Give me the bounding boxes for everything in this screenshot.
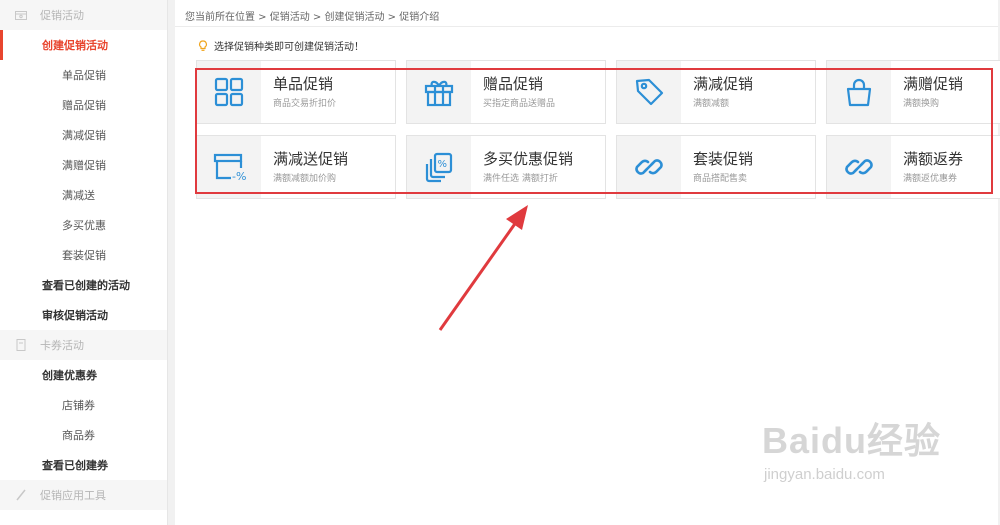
watermark-logo: Baidu经验 xyxy=(762,420,942,461)
watermark: Baidu经验 jingyan.baidu.com xyxy=(762,412,941,483)
watermark-url: jingyan.baidu.com xyxy=(764,466,885,483)
